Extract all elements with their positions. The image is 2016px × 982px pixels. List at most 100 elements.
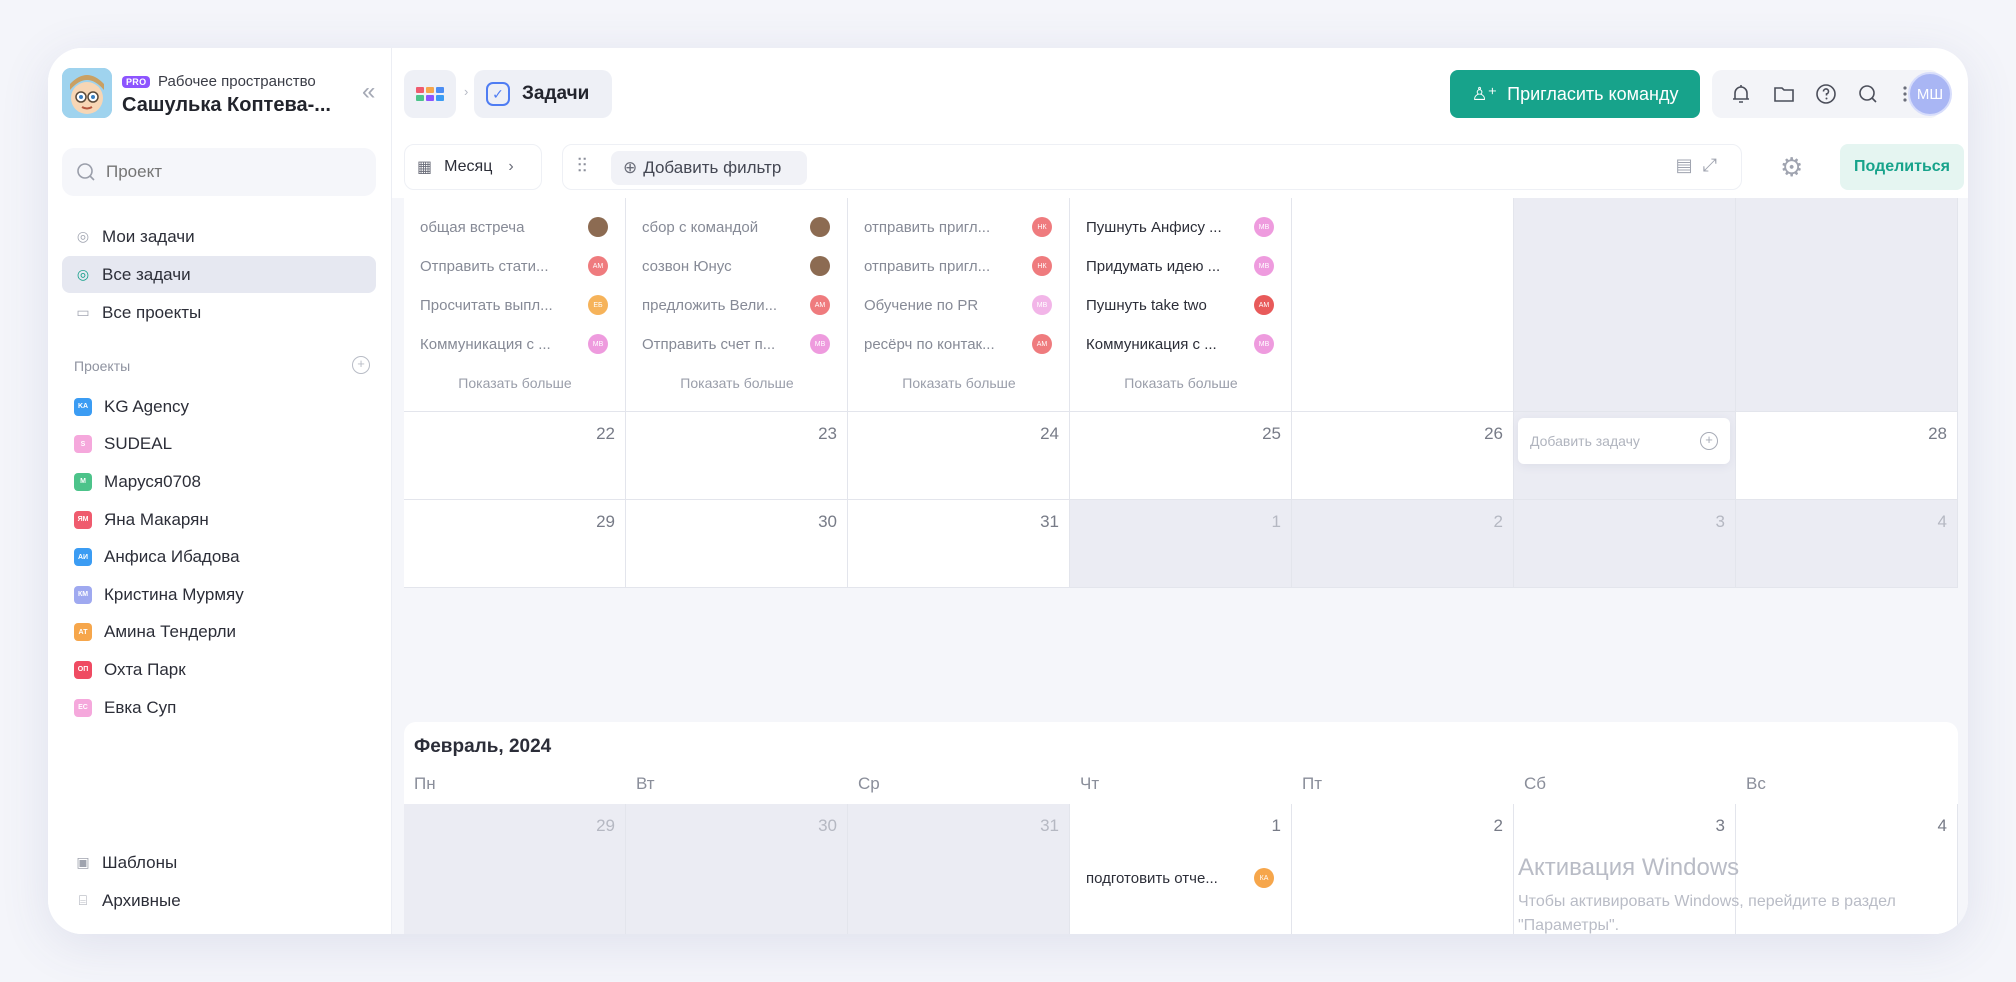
task-card[interactable]: общая встреча [408, 209, 620, 245]
folder-icon[interactable] [1772, 82, 1796, 106]
calendar-day-cell[interactable] [1514, 198, 1736, 412]
calendar-day-cell[interactable]: 29 [404, 500, 626, 588]
save-icon[interactable]: ▤ [1676, 155, 1703, 175]
save-expand-icons[interactable]: ▤⤢ [1676, 155, 1727, 176]
bell-icon[interactable] [1729, 82, 1753, 106]
settings-gear-icon[interactable]: ⚙ [1780, 152, 1803, 183]
calendar-day-cell[interactable]: назначить встре... сбор с командой созвон … [626, 198, 848, 412]
sidebar-project-item[interactable]: КМ Кристина Мурмяу [62, 576, 376, 614]
sidebar-project-item[interactable]: ОП Охта Парк [62, 651, 376, 689]
calendar-day-cell[interactable]: 2 [1292, 804, 1514, 934]
calendar-day-cell[interactable]: переписать текст...Пушнуть Анфису ...МВП… [1070, 198, 1292, 412]
calendar-day-cell[interactable]: 31 [848, 804, 1070, 934]
assignee-avatar [588, 217, 608, 237]
calendar-day-cell[interactable]: 28 [1736, 412, 1958, 500]
task-card[interactable]: оплатить счета [408, 198, 620, 206]
task-card[interactable]: Просчитать выпл... ЕБ [408, 287, 620, 323]
calendar-day-cell[interactable]: 30 [626, 804, 848, 934]
calendar-day-cell[interactable]: 4 [1736, 500, 1958, 588]
add-filter-button[interactable]: ⊕ Добавить фильтр [611, 151, 807, 185]
collapse-sidebar-icon[interactable]: « [362, 78, 375, 106]
calendar-day-cell[interactable] [1292, 198, 1514, 412]
sidebar-project-item[interactable]: KA KG Agency [62, 388, 376, 426]
task-card[interactable]: Пушнуть take two АМ [1074, 287, 1286, 323]
apps-button[interactable] [404, 70, 456, 118]
nav-templates[interactable]: ▣ Шаблоны [62, 844, 376, 881]
nav-archive[interactable]: ⌸ Архивные [62, 882, 376, 919]
calendar-day-cell[interactable]: 26 [1292, 412, 1514, 500]
task-card[interactable]: Пушнуть Анфису ... МВ [1074, 209, 1286, 245]
calendar-day-cell[interactable]: 3 [1514, 500, 1736, 588]
sidebar-project-item[interactable]: АТ Амина Тендерли [62, 614, 376, 652]
expand-icon[interactable]: ⤢ [1703, 155, 1727, 175]
task-card[interactable]: созвон Юнус [630, 248, 842, 284]
search-icon[interactable] [1856, 82, 1880, 106]
pro-badge: PRO [122, 76, 151, 88]
task-card[interactable]: приглашение на ... [852, 198, 1064, 206]
nav-my-tasks[interactable]: ◎ Мои задачи [62, 218, 376, 255]
calendar-day-cell[interactable]: 2 [1292, 500, 1514, 588]
task-card[interactable]: Коммуникация с ... МВ [1074, 326, 1286, 362]
task-card[interactable]: отправить пригл... НК [852, 209, 1064, 245]
task-card[interactable]: предложить Вели... АМ [630, 287, 842, 323]
calendar-day-cell[interactable]: 23 [626, 412, 848, 500]
calendar-day-cell[interactable]: 1 [1070, 500, 1292, 588]
sidebar-project-item[interactable]: S SUDEAL [62, 426, 376, 464]
nav-label: Мои задачи [102, 226, 195, 246]
calendar-day-cell[interactable]: оплатить счета общая встреча Отправить ста… [404, 198, 626, 412]
view-month-selector[interactable]: ▦ Месяц › [404, 144, 542, 190]
calendar-day-cell[interactable]: 24 [848, 412, 1070, 500]
project-search-input[interactable] [106, 162, 346, 182]
sidebar-project-item[interactable]: АИ Анфиса Ибадова [62, 538, 376, 576]
calendar-day-cell[interactable]: Добавить задачу + [1514, 412, 1736, 500]
assignee-avatar: АМ [1032, 334, 1052, 354]
workspace-switcher[interactable]: PRO Рабочее пространство Сашулька Коптев… [62, 68, 382, 124]
task-card[interactable]: Отправить стати... АМ [408, 248, 620, 284]
calendar-day-cell[interactable]: 30 [626, 500, 848, 588]
task-card[interactable]: Коммуникация с ... МВ [408, 326, 620, 362]
sidebar-project-item[interactable]: M Маруся0708 [62, 463, 376, 501]
add-project-icon[interactable]: + [352, 356, 370, 374]
sidebar-project-item[interactable]: ЕС Евка Суп [62, 689, 376, 727]
add-circle-icon[interactable]: + [1700, 432, 1718, 450]
calendar-day-cell[interactable]: 22 [404, 412, 626, 500]
project-badge: ЕС [74, 698, 92, 717]
show-more-link[interactable]: Показать больше [404, 375, 626, 391]
show-more-link[interactable]: Показать больше [1070, 375, 1292, 391]
user-avatar[interactable]: МШ [1908, 72, 1952, 116]
filter-bar: ⫶⫶ ⊕ Добавить фильтр ▤⤢ [562, 144, 1742, 190]
template-icon: ▣ [76, 854, 90, 870]
share-button[interactable]: Поделиться [1840, 144, 1964, 190]
day-number: 1 [1271, 816, 1281, 835]
calendar-day-cell[interactable]: 25 [1070, 412, 1292, 500]
show-more-link[interactable]: Показать больше [626, 375, 848, 391]
tab-tasks[interactable]: ✓ Задачи [474, 70, 612, 118]
month-label: Месяц [444, 158, 493, 175]
filter-sliders-icon[interactable]: ⫶⫶ [577, 155, 587, 178]
sidebar-project-item[interactable]: ЯМ Яна Макарян [62, 501, 376, 539]
calendar-day-cell[interactable]: 31 [848, 500, 1070, 588]
help-icon[interactable] [1814, 82, 1838, 106]
calendar-day-cell[interactable]: 29 [404, 804, 626, 934]
invite-team-button[interactable]: ♙⁺ Пригласить команду [1450, 70, 1700, 118]
task-card[interactable]: отправить пригл... НК [852, 248, 1064, 284]
task-card[interactable]: Обучение по PR МВ [852, 287, 1064, 323]
task-card[interactable]: назначить встре... [630, 198, 842, 206]
project-search[interactable] [62, 148, 376, 196]
january-week-tasks: оплатить счета общая встреча Отправить ста… [404, 198, 1958, 412]
task-card[interactable]: Отправить счет п... МВ [630, 326, 842, 362]
task-card[interactable]: Придумать идею ... МВ [1074, 248, 1286, 284]
calendar-day-cell[interactable]: приглашение на ... отправить пригл...НКот… [848, 198, 1070, 412]
nav-all-tasks[interactable]: ◎ Все задачи [62, 256, 376, 293]
search-icon [77, 163, 95, 181]
calendar-day-cell[interactable] [1736, 198, 1958, 412]
task-title: созвон Юнус [642, 257, 732, 275]
calendar-day-cell[interactable]: 1 подготовить отче... КА [1070, 804, 1292, 934]
task-card[interactable]: ресёрч по контак... АМ [852, 326, 1064, 362]
task-card[interactable]: сбор с командой [630, 209, 842, 245]
show-more-link[interactable]: Показать больше [848, 375, 1070, 391]
add-task-input[interactable]: Добавить задачу + [1518, 418, 1730, 464]
nav-all-projects[interactable]: ▭ Все проекты [62, 294, 376, 331]
task-card[interactable]: подготовить отче... КА [1074, 860, 1286, 896]
task-card[interactable]: переписать текст... [1074, 198, 1286, 206]
